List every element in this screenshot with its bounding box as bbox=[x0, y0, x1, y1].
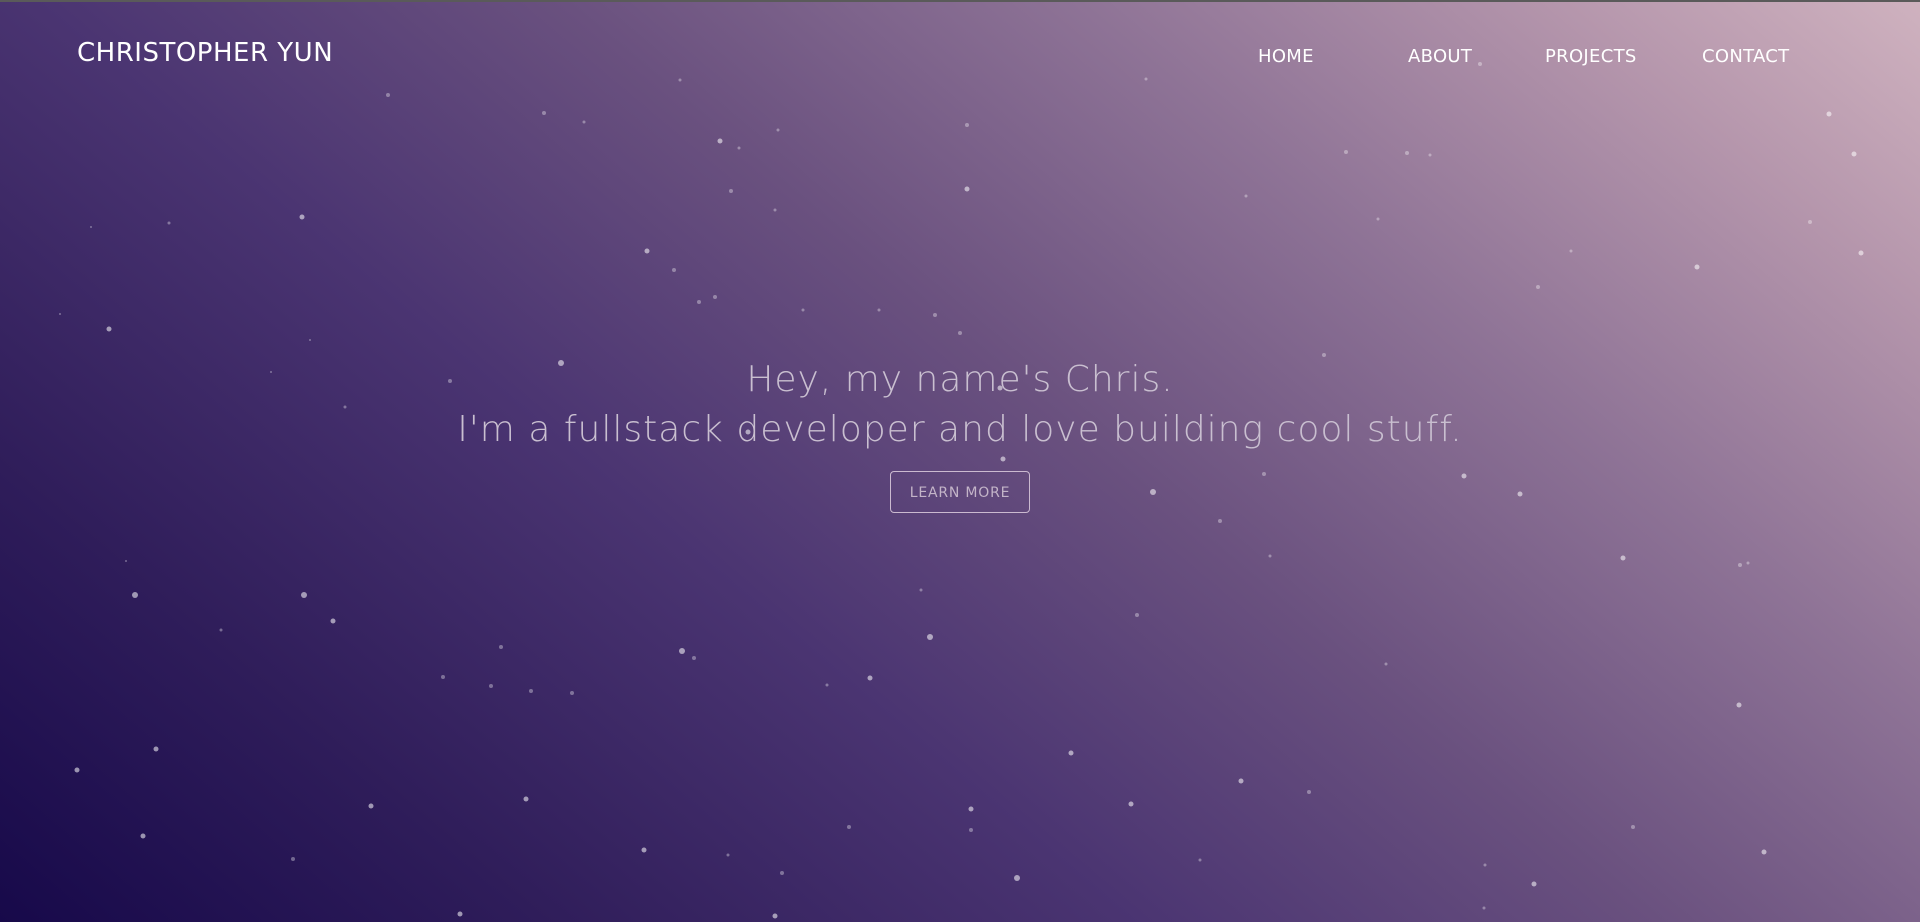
star-particle bbox=[1244, 194, 1248, 198]
star-particle bbox=[737, 146, 741, 150]
hero-greeting: Hey, my name's Chris. bbox=[746, 359, 1174, 400]
star-particle bbox=[1531, 881, 1537, 887]
main-nav: HOME ABOUT PROJECTS CONTACT bbox=[1178, 46, 1838, 70]
star-particle bbox=[1736, 702, 1742, 708]
star-particle bbox=[291, 857, 295, 861]
star-particle bbox=[1268, 554, 1272, 558]
star-particle bbox=[679, 648, 685, 654]
star-particle bbox=[74, 767, 80, 773]
star-particle bbox=[729, 189, 733, 193]
star-particle bbox=[1376, 217, 1380, 221]
hero-section: Hey, my name's Chris. I'm a fullstack de… bbox=[0, 355, 1920, 513]
star-particle bbox=[1307, 790, 1311, 794]
star-particle bbox=[1238, 778, 1244, 784]
star-particle bbox=[489, 684, 493, 688]
star-particle bbox=[1405, 151, 1409, 155]
star-particle bbox=[1344, 150, 1348, 154]
star-particle bbox=[368, 803, 374, 809]
star-particle bbox=[523, 796, 529, 802]
star-particle bbox=[59, 313, 61, 315]
star-particle bbox=[867, 675, 873, 681]
star-particle bbox=[927, 634, 933, 640]
nav-link-projects[interactable]: PROJECTS bbox=[1545, 46, 1637, 67]
star-particle bbox=[167, 221, 171, 225]
star-particle bbox=[299, 214, 305, 220]
star-particle bbox=[1384, 662, 1388, 666]
star-particle bbox=[773, 208, 777, 212]
star-particle bbox=[219, 628, 223, 632]
star-particle bbox=[717, 138, 723, 144]
star-particle bbox=[772, 913, 778, 919]
star-particle bbox=[441, 675, 445, 679]
star-particle bbox=[570, 691, 574, 695]
star-particle bbox=[692, 656, 696, 660]
star-particle bbox=[1428, 153, 1432, 157]
star-particle bbox=[919, 588, 923, 592]
star-particle bbox=[1631, 825, 1635, 829]
star-particle bbox=[801, 308, 805, 312]
star-particle bbox=[301, 592, 307, 598]
star-particle bbox=[713, 295, 717, 299]
star-particle bbox=[457, 911, 463, 917]
star-particle bbox=[958, 331, 962, 335]
star-particle bbox=[1569, 249, 1573, 253]
star-particle bbox=[1858, 250, 1864, 256]
learn-more-button[interactable]: LEARN MORE bbox=[890, 471, 1030, 513]
hero-tagline: I'm a fullstack developer and love build… bbox=[457, 409, 1463, 450]
star-particle bbox=[529, 689, 533, 693]
star-particle bbox=[1826, 111, 1832, 117]
star-particle bbox=[140, 833, 146, 839]
star-particle bbox=[1808, 220, 1812, 224]
star-particle bbox=[1068, 750, 1074, 756]
star-particle bbox=[1694, 264, 1700, 270]
star-particle bbox=[1851, 151, 1857, 157]
nav-link-contact[interactable]: CONTACT bbox=[1702, 46, 1789, 67]
star-particle bbox=[582, 120, 586, 124]
star-particle bbox=[847, 825, 851, 829]
site-header: CHRISTOPHER YUN HOME ABOUT PROJECTS CONT… bbox=[0, 0, 1920, 112]
star-particle bbox=[1761, 849, 1767, 855]
star-particle bbox=[1128, 801, 1134, 807]
star-particle bbox=[969, 828, 973, 832]
star-particle bbox=[125, 560, 127, 562]
star-particle bbox=[933, 313, 937, 317]
star-particle bbox=[1620, 555, 1626, 561]
star-particle bbox=[780, 871, 784, 875]
nav-link-home[interactable]: HOME bbox=[1258, 46, 1314, 67]
star-particle bbox=[1536, 285, 1540, 289]
star-particle bbox=[1738, 563, 1742, 567]
star-particle bbox=[1135, 613, 1139, 617]
star-particle bbox=[644, 248, 650, 254]
star-particle bbox=[106, 326, 112, 332]
star-particle bbox=[330, 618, 336, 624]
star-particle bbox=[672, 268, 676, 272]
star-particle bbox=[641, 847, 647, 853]
star-particle bbox=[153, 746, 159, 752]
star-particle bbox=[825, 683, 829, 687]
star-particle bbox=[309, 339, 311, 341]
site-brand[interactable]: CHRISTOPHER YUN bbox=[77, 38, 333, 68]
star-particle bbox=[697, 300, 701, 304]
star-particle bbox=[499, 645, 503, 649]
star-particle bbox=[964, 186, 970, 192]
star-particle bbox=[1483, 863, 1487, 867]
star-particle bbox=[132, 592, 138, 598]
star-particle bbox=[1218, 519, 1222, 523]
star-particle bbox=[877, 308, 881, 312]
nav-link-about[interactable]: ABOUT bbox=[1408, 46, 1472, 67]
star-particle bbox=[776, 128, 780, 132]
star-particle bbox=[968, 806, 974, 812]
star-particle bbox=[1198, 858, 1202, 862]
star-particle bbox=[1746, 561, 1750, 565]
star-particle bbox=[1014, 875, 1020, 881]
star-particle bbox=[965, 123, 969, 127]
star-particle bbox=[90, 226, 92, 228]
star-particle bbox=[726, 853, 730, 857]
star-particle bbox=[1482, 906, 1486, 910]
